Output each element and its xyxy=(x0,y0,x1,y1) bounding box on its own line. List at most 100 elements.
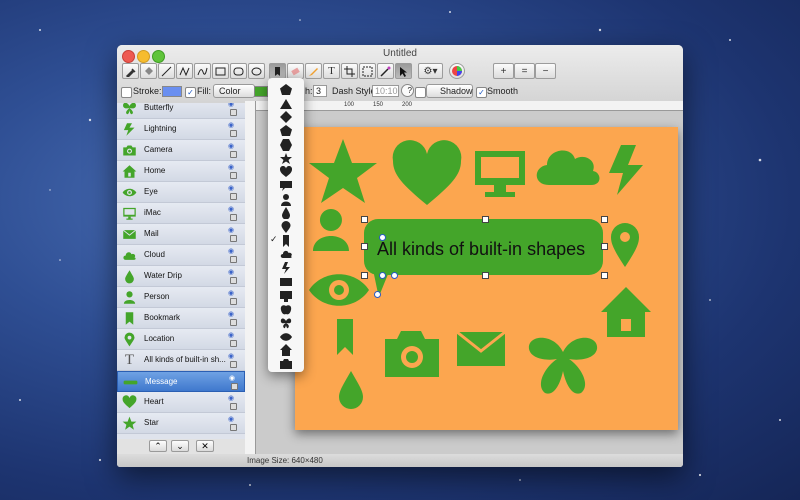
layer-row-mail[interactable]: Mail ◉ xyxy=(117,224,245,245)
pencil-tool[interactable] xyxy=(305,63,322,79)
lock-icon[interactable] xyxy=(230,403,237,410)
layer-row-bookmark[interactable]: Bookmark ◉ xyxy=(117,308,245,329)
visibility-eye-icon[interactable]: ◉ xyxy=(228,394,234,402)
shape-menu-item[interactable] xyxy=(268,288,304,302)
selection-handle[interactable] xyxy=(601,216,608,223)
help-button[interactable]: ? xyxy=(401,84,414,97)
mail-shape[interactable] xyxy=(456,330,506,366)
shape-menu-item[interactable] xyxy=(268,109,304,124)
lock-icon[interactable] xyxy=(230,151,237,158)
imac-shape[interactable] xyxy=(475,151,525,197)
selection-handle[interactable] xyxy=(601,272,608,279)
width-field[interactable]: 3 xyxy=(313,85,327,97)
shape-menu-item[interactable] xyxy=(268,164,304,178)
color-picker-button[interactable] xyxy=(449,63,465,79)
move-layer-up-button[interactable]: ⌃ xyxy=(149,440,167,452)
shape-menu-item[interactable] xyxy=(268,178,304,192)
lock-icon[interactable] xyxy=(230,109,237,116)
fill-bucket-tool[interactable] xyxy=(140,63,157,79)
smooth-checkbox[interactable]: ✓ xyxy=(476,87,487,98)
layer-row-person[interactable]: Person ◉ xyxy=(117,287,245,308)
visibility-eye-icon[interactable]: ◉ xyxy=(228,289,234,297)
shape-menu-item[interactable]: ✓ xyxy=(268,233,304,247)
magic-wand-tool[interactable] xyxy=(377,63,394,79)
shape-menu-item[interactable] xyxy=(268,219,304,233)
cloud-shape[interactable] xyxy=(536,150,600,185)
shape-menu-item[interactable] xyxy=(268,356,304,370)
layer-row-eye[interactable]: Eye ◉ xyxy=(117,182,245,203)
rectangle-tool[interactable] xyxy=(212,63,229,79)
shadow-checkbox[interactable] xyxy=(415,87,426,98)
eraser-tool[interactable] xyxy=(287,63,304,79)
selection-handle[interactable] xyxy=(361,272,368,279)
bookmark-shape[interactable] xyxy=(337,319,353,355)
lock-icon[interactable] xyxy=(230,340,237,347)
move-layer-down-button[interactable]: ⌄ xyxy=(171,440,189,452)
settings-dropdown[interactable]: ⚙▾ xyxy=(418,63,443,79)
star-shape[interactable] xyxy=(309,139,377,203)
selection-handle[interactable] xyxy=(601,243,608,250)
shadow-button[interactable]: Shadow xyxy=(426,84,473,98)
shape-menu-item[interactable] xyxy=(268,274,304,288)
dash-style-field[interactable]: 10:10 xyxy=(372,85,399,97)
person-shape[interactable] xyxy=(313,209,349,251)
line-tool[interactable] xyxy=(158,63,175,79)
visibility-eye-icon[interactable]: ◉ xyxy=(228,205,234,213)
lock-icon[interactable] xyxy=(230,214,237,221)
shape-menu-item[interactable] xyxy=(268,301,304,315)
curve-tool[interactable] xyxy=(194,63,211,79)
zoom-out-button[interactable]: − xyxy=(535,63,556,79)
lock-icon[interactable] xyxy=(230,298,237,305)
visibility-eye-icon[interactable]: ◉ xyxy=(228,226,234,234)
layer-row-water-drip[interactable]: Water Drip ◉ xyxy=(117,266,245,287)
bezier-handle[interactable] xyxy=(379,234,386,241)
layer-row-star[interactable]: Star ◉ xyxy=(117,413,245,434)
visibility-eye-icon[interactable]: ◉ xyxy=(228,331,234,339)
visibility-eye-icon[interactable]: ◉ xyxy=(228,310,234,318)
layer-row-imac[interactable]: iMac ◉ xyxy=(117,203,245,224)
ellipse-tool[interactable] xyxy=(248,63,265,79)
lock-icon[interactable] xyxy=(230,424,237,431)
visibility-eye-icon[interactable]: ◉ xyxy=(228,247,234,255)
fill-color-well[interactable] xyxy=(254,86,268,97)
selection-handle[interactable] xyxy=(361,216,368,223)
zoom-in-button[interactable]: + xyxy=(493,63,514,79)
shape-menu-item[interactable] xyxy=(268,137,304,151)
stroke-checkbox[interactable] xyxy=(121,87,132,98)
shape-menu-item[interactable] xyxy=(268,82,304,96)
shape-menu-item[interactable] xyxy=(268,260,304,275)
visibility-eye-icon[interactable]: ◉ xyxy=(228,163,234,171)
bubble-text[interactable]: All kinds of built-in shapes xyxy=(377,239,585,260)
visibility-eye-icon[interactable]: ◉ xyxy=(228,415,234,423)
visibility-eye-icon[interactable]: ◉ xyxy=(228,184,234,192)
visibility-eye-icon[interactable]: ◉ xyxy=(228,142,234,150)
visibility-eye-icon[interactable]: ◉ xyxy=(228,268,234,276)
butterfly-shape[interactable] xyxy=(528,337,598,394)
eye-shape[interactable] xyxy=(309,274,369,306)
layer-row-butterfly[interactable]: Butterfly ◉ xyxy=(117,103,245,119)
visibility-eye-icon[interactable]: ◉ xyxy=(228,103,234,108)
shape-menu-item[interactable] xyxy=(268,151,304,165)
visibility-eye-icon[interactable]: ◉ xyxy=(229,374,235,382)
crop-tool[interactable] xyxy=(341,63,358,79)
bezier-handle[interactable] xyxy=(391,272,398,279)
document-canvas[interactable]: All kinds of built-in shapes xyxy=(295,127,678,430)
lock-icon[interactable] xyxy=(230,130,237,137)
marquee-tool[interactable] xyxy=(359,63,376,79)
shape-menu-item[interactable] xyxy=(268,96,304,110)
text-tool[interactable]: T xyxy=(323,63,340,79)
stroke-color-well[interactable] xyxy=(162,86,182,97)
delete-layer-button[interactable]: ✕ xyxy=(196,440,214,452)
layer-row-heart[interactable]: Heart ◉ xyxy=(117,392,245,413)
select-tool[interactable] xyxy=(395,63,412,79)
lock-icon[interactable] xyxy=(230,277,237,284)
bezier-handle[interactable] xyxy=(379,272,386,279)
lock-icon[interactable] xyxy=(230,256,237,263)
eyedropper-tool[interactable] xyxy=(122,63,139,79)
lock-icon[interactable] xyxy=(230,319,237,326)
lock-icon[interactable] xyxy=(230,193,237,200)
shape-menu-item[interactable] xyxy=(268,315,304,329)
layer-row-text[interactable]: T All kinds of built-in sh... ◉ xyxy=(117,350,245,371)
layer-row-camera[interactable]: Camera ◉ xyxy=(117,140,245,161)
lock-icon[interactable] xyxy=(230,361,237,368)
